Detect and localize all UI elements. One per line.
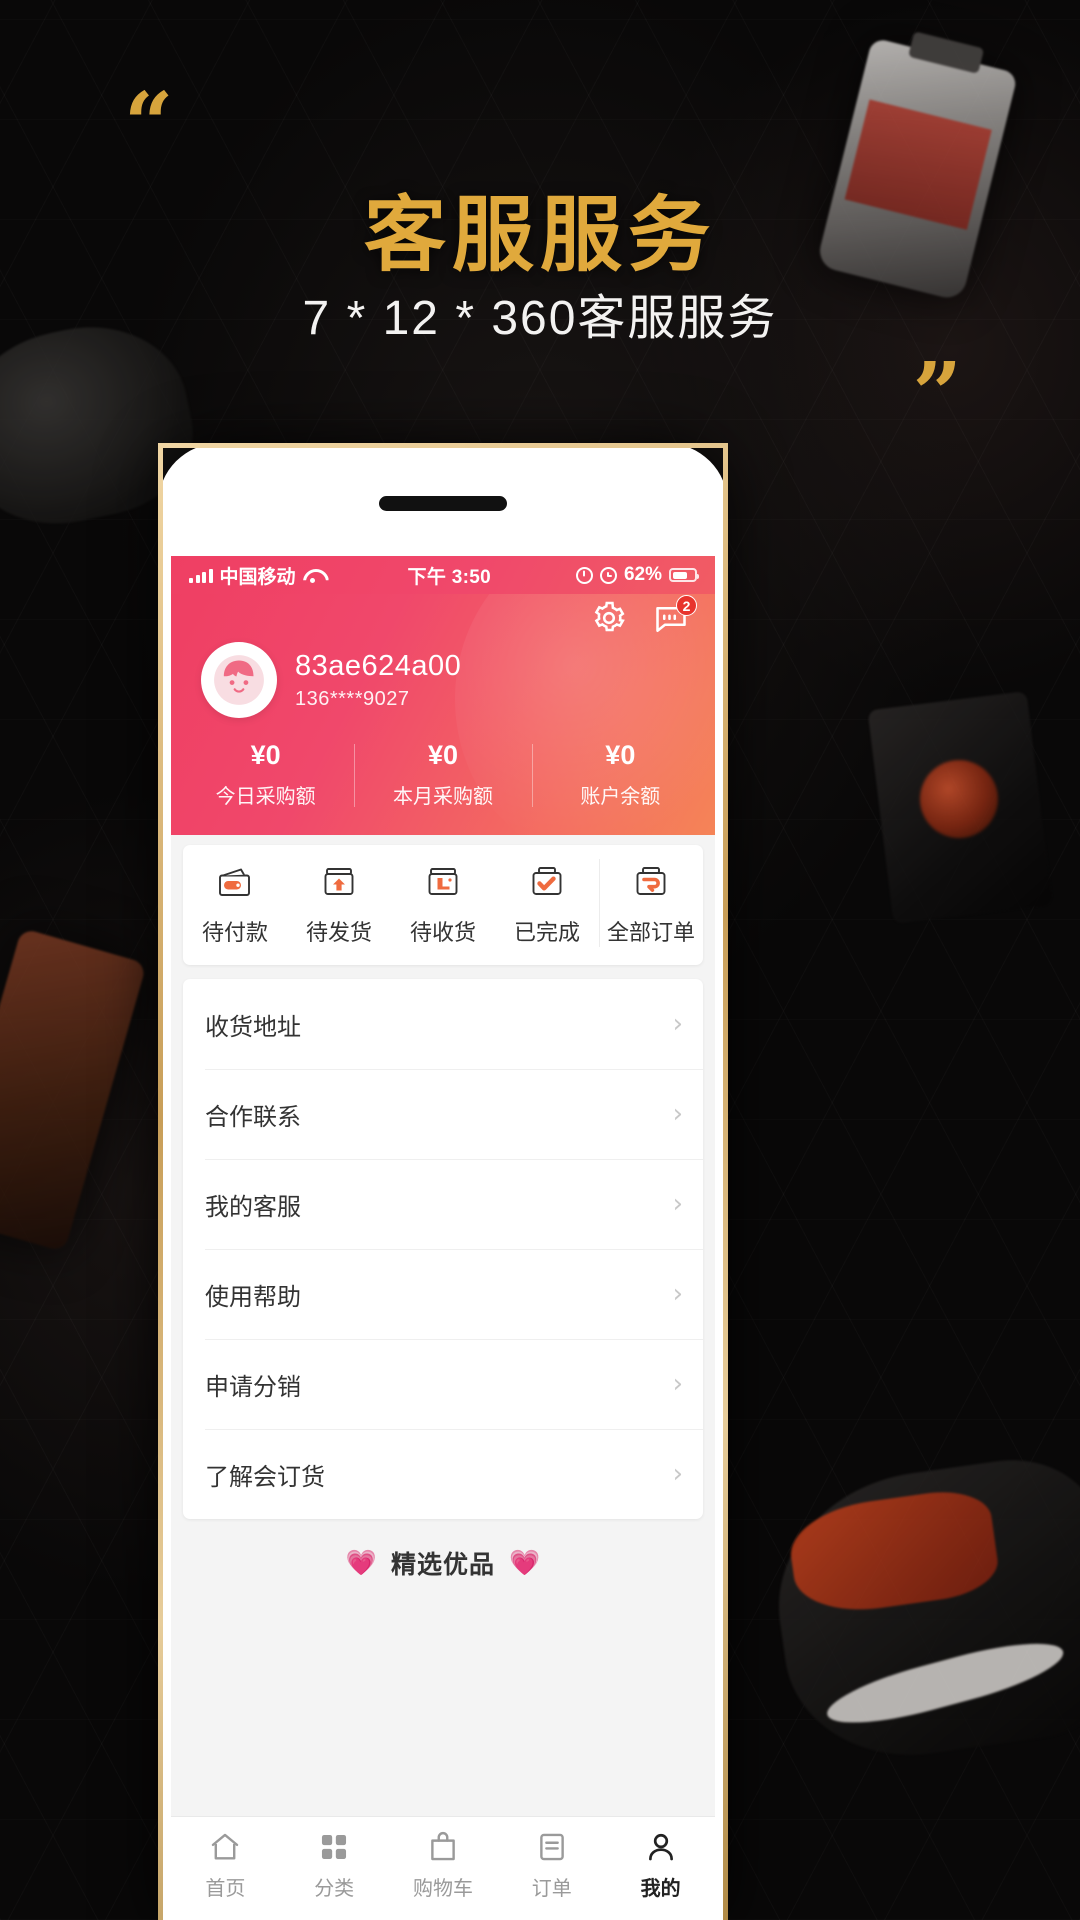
chevron-right-icon: ›: [672, 1279, 683, 1309]
menu-item-label: 了解会订货: [205, 1463, 325, 1491]
chevron-right-icon: ›: [672, 1189, 683, 1219]
battery-icon: [669, 568, 699, 582]
tab-label: 订单: [531, 1878, 572, 1900]
status-bar: 中国移动 下午 3:50 62%: [171, 556, 715, 594]
heart-icon-right: 💗: [509, 1548, 541, 1577]
list-icon: [539, 1833, 564, 1861]
tab-label: 分类: [314, 1878, 355, 1900]
stat-label: 今日采购额: [215, 786, 316, 808]
featured-label: 精选优品: [390, 1551, 495, 1579]
featured-products-header: 💗 精选优品 💗: [171, 1545, 715, 1591]
status-time: 下午 3:50: [407, 566, 491, 588]
phone-speaker-notch: [379, 496, 507, 511]
order-tab-all-orders[interactable]: 全部订单: [599, 857, 703, 949]
signal-bars-icon: [189, 568, 213, 583]
tab-category[interactable]: 分类: [280, 1830, 389, 1901]
box-up-arrow-icon: [318, 861, 360, 903]
tab-mine[interactable]: 我的: [606, 1830, 715, 1901]
user-phone: 136****9027: [295, 687, 410, 710]
stat-value: ¥0: [427, 740, 459, 770]
order-status-card: 待付款 待发货 待收货 已完成 全部订单: [183, 845, 703, 965]
menu-item-label: 使用帮助: [205, 1283, 301, 1311]
home-icon: [212, 1833, 239, 1860]
order-tab-completed[interactable]: 已完成: [495, 857, 599, 949]
tab-label: 我的: [640, 1878, 681, 1900]
box-check-icon: [526, 861, 568, 903]
cart-icon: [431, 1831, 455, 1861]
order-tab-label: 待付款: [201, 920, 268, 945]
menu-item-learn-ordering[interactable]: 了解会订货 ›: [183, 1429, 703, 1519]
stat-value: ¥0: [250, 740, 281, 770]
rotation-lock-icon: [575, 566, 593, 584]
menu-item-shipping-address[interactable]: 收货地址 ›: [183, 979, 703, 1069]
menu-list: 收货地址 › 合作联系 › 我的客服 › 使用帮助 › 申请分销 › 了解会订货…: [183, 979, 703, 1519]
order-tab-label: 待发货: [305, 920, 372, 945]
bottom-tab-bar: 首页 分类 购物车 订单 我的: [171, 1816, 715, 1920]
box-truck-icon: [422, 861, 464, 903]
chevron-right-icon: ›: [672, 1009, 683, 1039]
promo-title: 客服服务: [363, 190, 716, 281]
stat-label: 账户余额: [580, 786, 661, 808]
tab-orders[interactable]: 订单: [497, 1830, 606, 1901]
grid-icon: [322, 1834, 347, 1860]
tab-home[interactable]: 首页: [171, 1830, 280, 1901]
user-name: 83ae624a00: [295, 649, 462, 682]
order-tab-label: 待收货: [409, 920, 476, 945]
person-icon: [648, 1833, 673, 1861]
chevron-right-icon: ›: [672, 1459, 683, 1489]
wallet-icon: [214, 861, 256, 903]
menu-item-label: 合作联系: [205, 1103, 301, 1131]
menu-item-partnership-contact[interactable]: 合作联系 ›: [183, 1069, 703, 1159]
alarm-clock-icon: [599, 566, 617, 584]
order-tab-label: 已完成: [513, 920, 580, 945]
stat-today-purchase[interactable]: ¥0 今日采购额: [177, 736, 354, 815]
menu-item-help[interactable]: 使用帮助 ›: [183, 1249, 703, 1339]
quote-open-mark: “: [124, 74, 174, 175]
message-badge: 2: [676, 595, 697, 616]
gear-icon: [594, 601, 625, 632]
tab-cart[interactable]: 购物车: [389, 1830, 498, 1901]
order-tab-pending-shipment[interactable]: 待发货: [287, 857, 391, 949]
user-avatar-icon: [214, 655, 264, 705]
settings-button[interactable]: [591, 600, 627, 636]
carrier-name: 中国移动: [219, 566, 296, 588]
chevron-right-icon: ›: [672, 1369, 683, 1399]
product-perfume-bottle: [867, 691, 1053, 924]
order-tab-label: 全部订单: [606, 920, 695, 945]
chevron-right-icon: ›: [672, 1099, 683, 1129]
menu-item-my-support[interactable]: 我的客服 ›: [183, 1159, 703, 1249]
stat-account-balance[interactable]: ¥0 账户余额: [531, 736, 709, 815]
order-tab-pending-receipt[interactable]: 待收货: [391, 857, 495, 949]
messages-button[interactable]: 2: [653, 595, 697, 636]
menu-item-label: 申请分销: [205, 1373, 301, 1401]
wifi-icon: [303, 568, 323, 583]
heart-icon-left: 💗: [345, 1548, 377, 1577]
tab-label: 首页: [205, 1878, 246, 1900]
avatar[interactable]: [201, 642, 277, 718]
phone-mockup: 中国移动 下午 3:50 62% 2 83ae624a00 136****902…: [158, 443, 728, 1920]
tab-label: 购物车: [412, 1878, 473, 1900]
phone-screen: 中国移动 下午 3:50 62% 2 83ae624a00 136****902…: [171, 556, 715, 1920]
menu-item-label: 收货地址: [205, 1013, 301, 1041]
promo-subtitle: 7 * 12 * 360客服服务: [302, 292, 778, 345]
menu-item-apply-distribution[interactable]: 申请分销 ›: [183, 1339, 703, 1429]
stat-label: 本月采购额: [392, 786, 493, 808]
quote-close-mark: ”: [912, 344, 962, 445]
stat-value: ¥0: [605, 740, 636, 770]
order-tab-pending-payment[interactable]: 待付款: [183, 857, 287, 949]
menu-item-label: 我的客服: [205, 1193, 301, 1221]
user-profile[interactable]: 83ae624a00 136****9027: [171, 638, 715, 734]
box-all-icon: [630, 861, 672, 903]
stats-row: ¥0 今日采购额 ¥0 本月采购额 ¥0 账户余额: [171, 734, 715, 821]
battery-percent: 62%: [623, 564, 662, 585]
profile-header: 2 83ae624a00 136****9027 ¥0 今日采购额 ¥0 本月采…: [171, 594, 715, 835]
stat-month-purchase[interactable]: ¥0 本月采购额: [354, 736, 531, 815]
